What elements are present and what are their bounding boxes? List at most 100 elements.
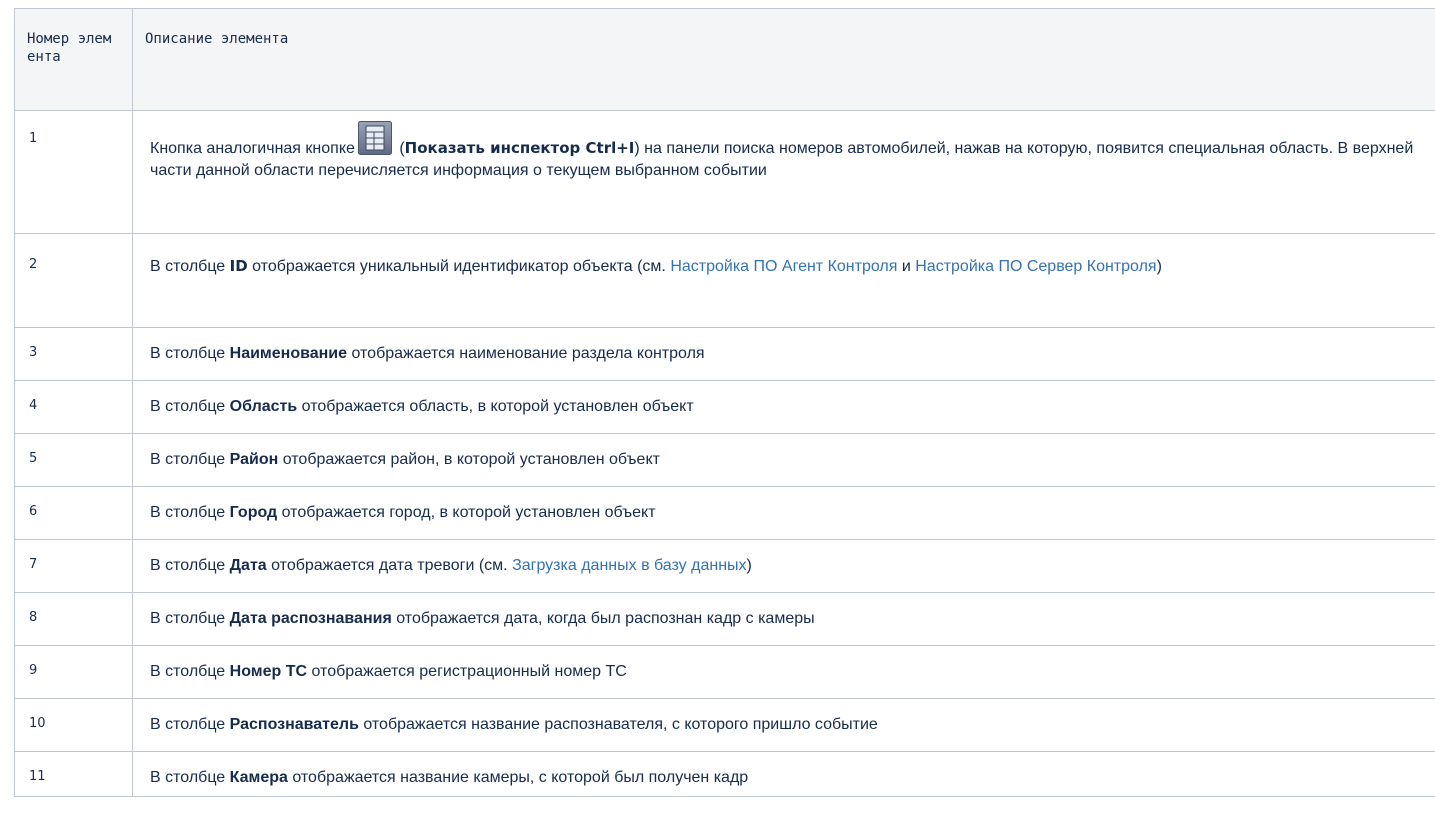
row-description-cell: В столбце Область отображается область, … [132, 380, 1435, 434]
row-description: В столбце Наименование отображается наим… [133, 328, 1435, 365]
description-bold: Область [229, 398, 298, 415]
description-text: отображается область, в которой установл… [297, 398, 694, 415]
description-text: отображается район, в которой установлен… [278, 451, 660, 468]
header-number-label: Номер элемента [27, 31, 112, 65]
description-text: В столбце [150, 398, 230, 415]
description-text: В столбце [150, 504, 230, 521]
row-number-cell: 7 [14, 539, 133, 593]
description-text: отображается уникальный идентификатор об… [247, 258, 671, 275]
table-row: 2 В столбце ID отображается уникальный и… [14, 233, 1435, 328]
description-text: отображается регистрационный номер ТС [307, 663, 627, 680]
row-number-cell: 10 [14, 698, 133, 752]
description-text: и [897, 258, 916, 275]
row-number: 11 [29, 769, 46, 784]
row-number-cell: 2 [14, 233, 133, 328]
table-row: 9 В столбце Номер ТС отображается регист… [14, 645, 1435, 699]
row-description: В столбце Распознаватель отображается на… [133, 699, 1435, 736]
row-description: В столбце Камера отображается название к… [133, 752, 1435, 789]
description-text: отображается название камеры, с которой … [287, 769, 749, 786]
description-text: В столбце [150, 716, 230, 733]
table-row: 11 В столбце Камера отображается названи… [14, 751, 1435, 797]
row-number: 10 [29, 716, 46, 731]
row-number: 6 [29, 504, 38, 519]
row-description: В столбце Город отображается город, в ко… [133, 487, 1435, 524]
description-text: ) [1156, 258, 1162, 275]
row-description: В столбце ID отображается уникальный иде… [133, 234, 1435, 278]
row-number-cell: 9 [14, 645, 133, 699]
link-data-loading[interactable]: Загрузка данных в базу данных [512, 557, 746, 574]
row-number-cell: 5 [14, 433, 133, 487]
description-text: В столбце [150, 557, 230, 574]
description-text: В столбце [150, 451, 230, 468]
row-number-cell: 1 [14, 110, 133, 234]
row-description: В столбце Номер ТС отображается регистра… [133, 646, 1435, 683]
row-description-cell: В столбце Город отображается город, в ко… [132, 486, 1435, 540]
row-description: В столбце Дата распознавания отображаетс… [133, 593, 1435, 630]
row-description-cell: В столбце Распознаватель отображается на… [132, 698, 1435, 752]
description-text: ( [394, 140, 405, 157]
description-bold: Наименование [229, 345, 348, 362]
table-row: 10 В столбце Распознаватель отображается… [14, 698, 1435, 752]
description-text: В столбце [150, 769, 230, 786]
row-number: 7 [29, 557, 38, 572]
row-description-cell: В столбце Дата отображается дата тревоги… [132, 539, 1435, 593]
link-agent-control-settings[interactable]: Настройка ПО Агент Контроля [670, 258, 897, 275]
row-number: 4 [29, 398, 38, 413]
description-bold: Дата [229, 557, 267, 574]
row-description-cell: В столбце Наименование отображается наим… [132, 327, 1435, 381]
row-number-cell: 6 [14, 486, 133, 540]
row-description: В столбце Дата отображается дата тревоги… [133, 540, 1435, 577]
row-number: 2 [29, 257, 38, 272]
table-row: 7 В столбце Дата отображается дата трево… [14, 539, 1435, 593]
description-text: отображается город, в которой установлен… [277, 504, 656, 521]
header-description: Описание элемента [132, 8, 1435, 111]
row-number: 9 [29, 663, 38, 678]
header-description-label: Описание элемента [145, 31, 289, 47]
row-number-cell: 8 [14, 592, 133, 646]
row-number-cell: 3 [14, 327, 133, 381]
description-text: отображается дата, когда был распознан к… [391, 610, 815, 627]
table-row: 3 В столбце Наименование отображается на… [14, 327, 1435, 381]
row-description-cell: В столбце Район отображается район, в ко… [132, 433, 1435, 487]
row-description: Кнопка аналогичная кнопке (Показать инсп… [133, 111, 1435, 182]
description-text: В столбце [150, 663, 230, 680]
row-number-cell: 11 [14, 751, 133, 797]
description-bold: Номер ТС [229, 663, 308, 680]
description-text: В столбце [150, 345, 230, 362]
description-text: В столбце [150, 258, 230, 275]
row-description-cell: Кнопка аналогичная кнопке (Показать инсп… [132, 110, 1435, 234]
table-row: 5 В столбце Район отображается район, в … [14, 433, 1435, 487]
description-bold: ID [229, 257, 248, 275]
description-text: В столбце [150, 610, 230, 627]
description-text: отображается название распознавателя, с … [358, 716, 878, 733]
row-description: В столбце Область отображается область, … [133, 381, 1435, 418]
table-row: 8 В столбце Дата распознавания отображае… [14, 592, 1435, 646]
description-bold: Город [229, 504, 278, 521]
description-text: ) [746, 557, 752, 574]
row-number: 8 [29, 610, 38, 625]
row-description-cell: В столбце Номер ТС отображается регистра… [132, 645, 1435, 699]
description-bold: Показать инспектор Ctrl+I [404, 139, 635, 157]
row-number: 3 [29, 345, 38, 360]
description-bold: Распознаватель [229, 716, 359, 733]
table-header-row: Номер элемента Описание элемента [14, 8, 1435, 111]
row-description-cell: В столбце ID отображается уникальный иде… [132, 233, 1435, 328]
page: Номер элемента Описание элемента 1 Кнопк… [0, 0, 1435, 839]
row-description: В столбце Район отображается район, в ко… [133, 434, 1435, 471]
inspector-grid-icon [357, 121, 392, 155]
header-number: Номер элемента [14, 8, 133, 111]
row-number: 5 [29, 451, 38, 466]
row-description-cell: В столбце Дата распознавания отображаетс… [132, 592, 1435, 646]
description-text: Кнопка аналогичная кнопке [150, 140, 355, 157]
link-server-control-settings[interactable]: Настройка ПО Сервер Контроля [915, 258, 1156, 275]
table-row: 4 В столбце Область отображается область… [14, 380, 1435, 434]
description-text: отображается дата тревоги (см. [266, 557, 513, 574]
description-text: отображается наименование раздела контро… [347, 345, 705, 362]
description-bold: Район [229, 451, 279, 468]
row-description-cell: В столбце Камера отображается название к… [132, 751, 1435, 797]
table-row: 1 Кнопка аналогичная кнопке (Показать ин… [14, 110, 1435, 234]
row-number: 1 [29, 131, 38, 146]
description-bold: Камера [229, 769, 288, 786]
elements-table: Номер элемента Описание элемента 1 Кнопк… [14, 8, 1435, 797]
description-bold: Дата распознавания [229, 610, 392, 627]
